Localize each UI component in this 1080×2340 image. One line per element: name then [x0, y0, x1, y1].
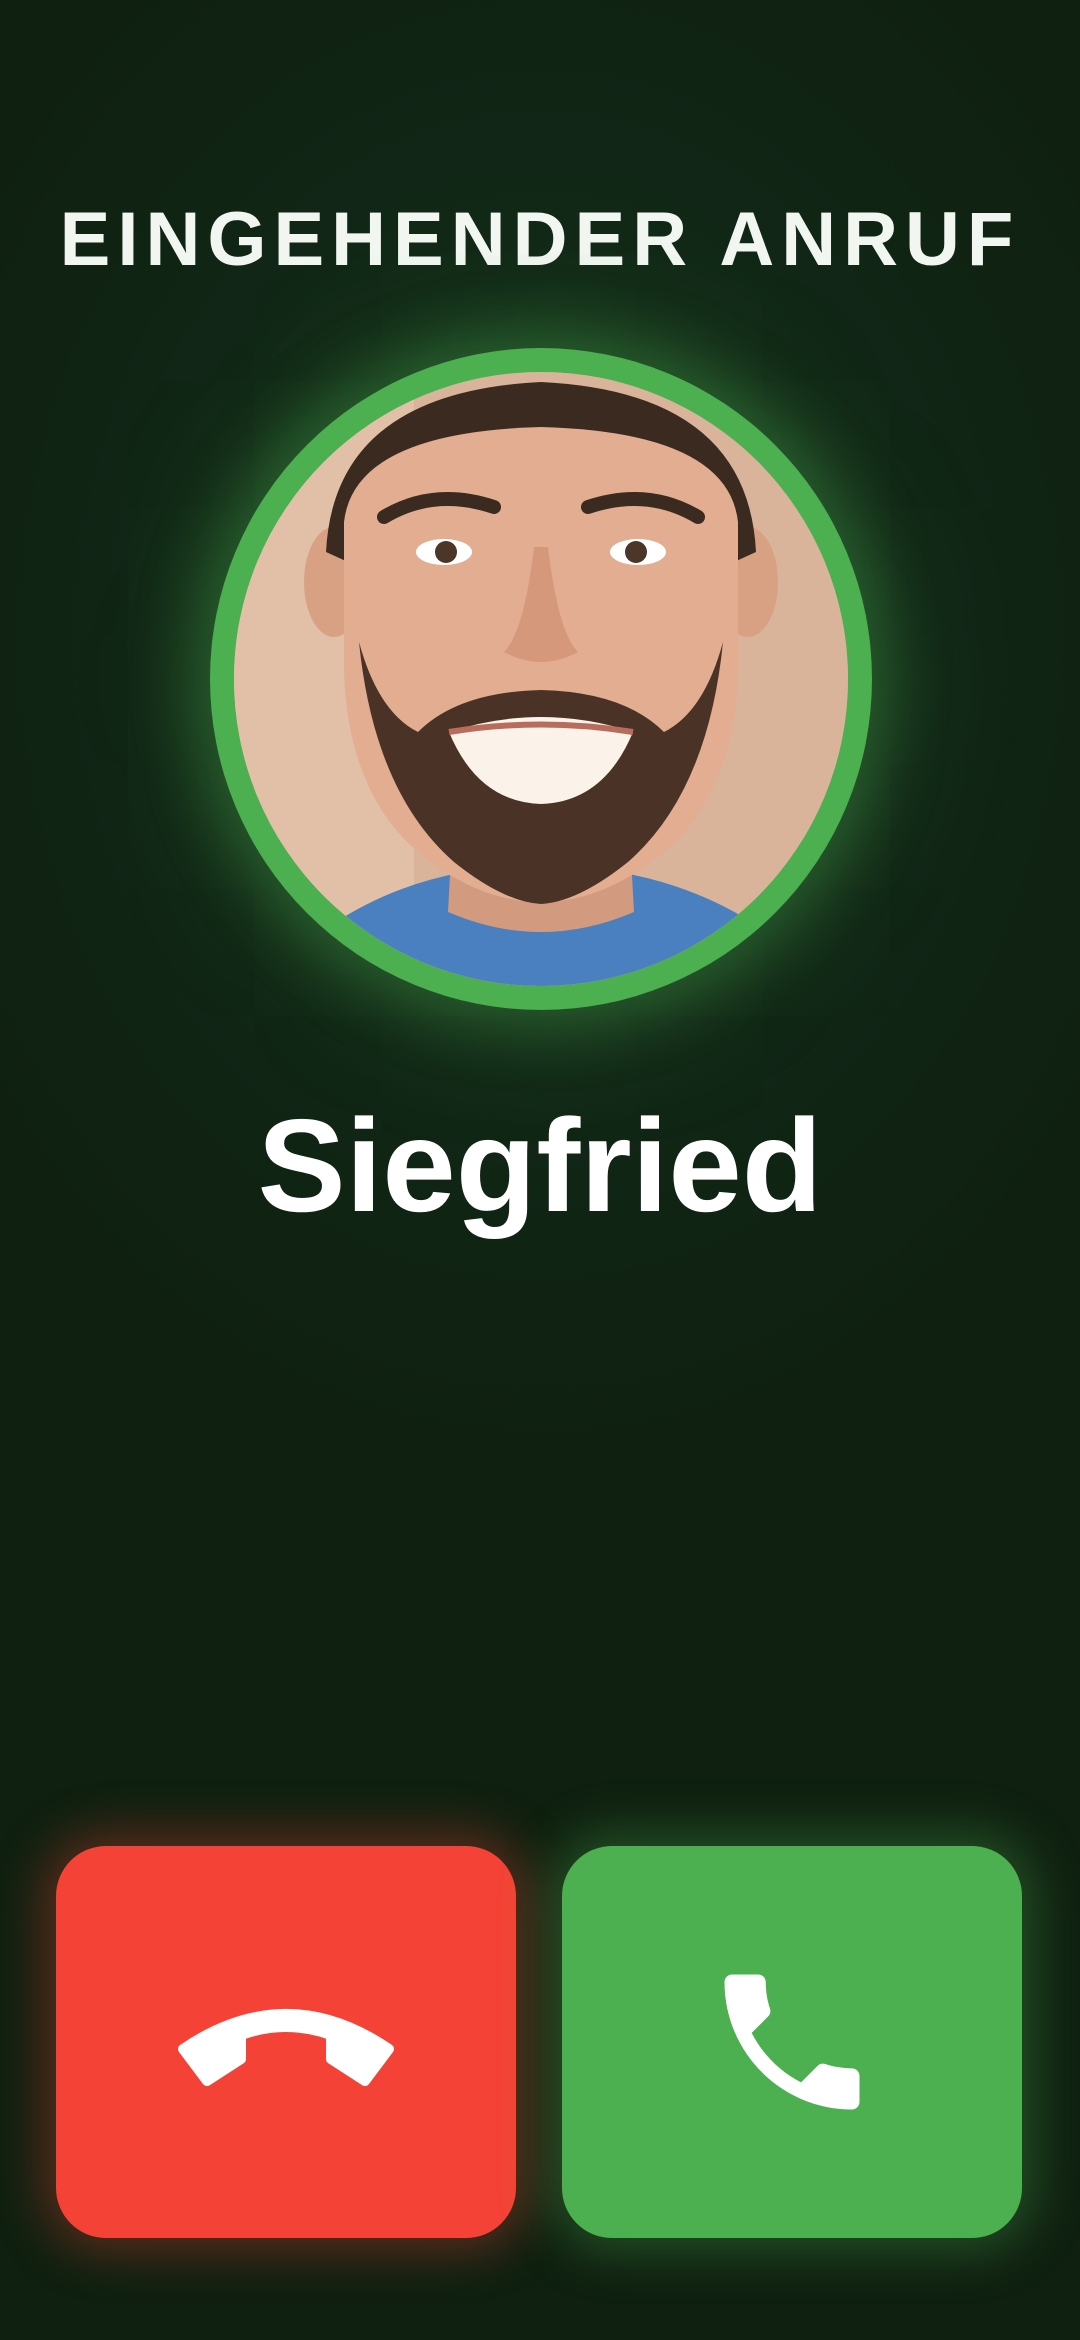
- caller-name: Siegfried: [257, 1092, 823, 1239]
- decline-call-button[interactable]: [56, 1846, 516, 2238]
- caller-photo: [234, 372, 848, 986]
- phone-icon: [702, 1952, 882, 2132]
- caller-avatar: [234, 372, 848, 986]
- accept-call-button[interactable]: [562, 1846, 1022, 2238]
- call-status-label: EINGEHENDER ANRUF: [59, 197, 1021, 282]
- caller-avatar-ring: [210, 348, 872, 1010]
- phone-hangup-icon: [171, 1997, 401, 2087]
- incoming-call-screen: EINGEHENDER ANRUF Siegfried: [0, 0, 1080, 2340]
